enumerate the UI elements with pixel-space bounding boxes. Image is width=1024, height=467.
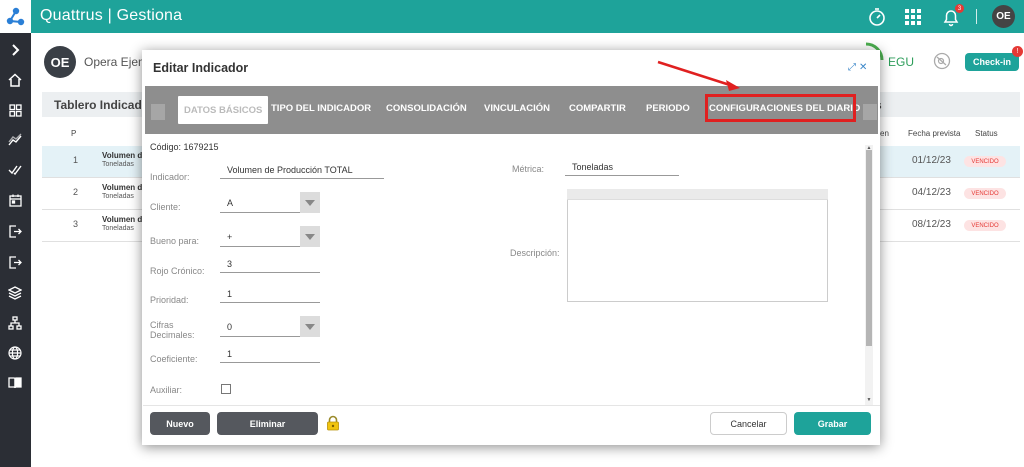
topbar-divider xyxy=(976,9,977,24)
logout-icon[interactable] xyxy=(5,252,25,272)
cliente-label: Cliente: xyxy=(150,202,181,212)
status-badge: VENCIDO xyxy=(964,220,1006,231)
chevron-down-icon[interactable] xyxy=(300,192,320,213)
close-icon[interactable]: ✕ xyxy=(859,62,867,73)
lock-icon xyxy=(327,415,339,431)
prioridad-label: Prioridad: xyxy=(150,295,189,305)
coeficiente-input[interactable]: 1 xyxy=(220,345,320,363)
cifras-label-line2: Decimales: xyxy=(150,330,195,340)
trend-chart-icon[interactable] xyxy=(5,130,25,150)
row-date: 01/12/23 xyxy=(912,155,951,166)
indicador-input[interactable]: Volumen de Producción TOTAL xyxy=(220,161,384,179)
timer-icon[interactable] xyxy=(866,6,888,28)
metrica-input[interactable]: Toneladas xyxy=(565,158,679,176)
coeficiente-label: Coeficiente: xyxy=(150,354,198,364)
row-name: Volumen de xyxy=(102,183,147,192)
chevron-down-icon[interactable] xyxy=(300,316,320,337)
row-number: 3 xyxy=(73,219,79,229)
metrica-label: Métrica: xyxy=(512,164,545,174)
modal-controls: ⤢ ✕ xyxy=(848,62,867,73)
dashboard-icon[interactable] xyxy=(5,100,25,120)
row-number: 1 xyxy=(73,155,79,165)
auxiliar-checkbox[interactable] xyxy=(221,384,231,394)
modal-footer-divider xyxy=(143,405,880,406)
tab-bar: DATOS BÁSICOS TIPO DEL INDICADOR CONSOLI… xyxy=(145,86,878,134)
row-unit: Toneladas xyxy=(102,161,134,168)
row-unit: Toneladas xyxy=(102,193,134,200)
status-badge: VENCIDO xyxy=(964,156,1006,167)
cifras-select[interactable]: 0 xyxy=(220,316,320,337)
auxiliar-label: Auxiliar: xyxy=(150,385,183,395)
maximize-icon[interactable]: ⤢ xyxy=(848,62,856,73)
tab-scroll-left-icon[interactable] xyxy=(151,104,165,120)
rojo-label: Rojo Crónico: xyxy=(150,266,205,276)
column-header-gen: en xyxy=(880,129,889,138)
exit-icon[interactable] xyxy=(5,221,25,241)
tab-tipo-indicador[interactable]: TIPO DEL INDICADOR xyxy=(271,103,371,114)
eliminar-button[interactable]: Eliminar xyxy=(217,412,318,435)
apps-grid-icon[interactable] xyxy=(902,6,924,28)
cliente-select[interactable]: A xyxy=(220,192,320,213)
egu-label: EGU xyxy=(888,55,915,69)
notification-badge: 3 xyxy=(955,4,964,13)
double-check-icon[interactable] xyxy=(5,160,25,180)
tab-scroll-right-icon[interactable] xyxy=(863,104,877,120)
cifras-label-line1: Cifras xyxy=(150,320,174,330)
checkin-button[interactable]: Check-in xyxy=(965,53,1019,71)
cancelar-button[interactable]: Cancelar xyxy=(710,412,787,435)
tab-consolidacion[interactable]: CONSOLIDACIÓN xyxy=(386,103,467,114)
bueno-value: + xyxy=(227,232,233,242)
app-logo-icon[interactable] xyxy=(0,0,31,33)
row-date: 04/12/23 xyxy=(912,187,951,198)
indicador-label: Indicador: xyxy=(150,172,190,182)
tab-compartir[interactable]: COMPARTIR xyxy=(569,103,626,114)
row-name: Volumen de xyxy=(102,215,147,224)
row-number: 2 xyxy=(73,187,79,197)
scroll-down-icon[interactable]: ▼ xyxy=(866,397,872,403)
row-date: 08/12/23 xyxy=(912,219,951,230)
column-header-status: Status xyxy=(975,129,998,138)
descripcion-label: Descripción: xyxy=(510,248,560,258)
row-unit: Toneladas xyxy=(102,225,134,232)
column-header-p: P xyxy=(71,129,77,138)
rojo-input[interactable]: 3 xyxy=(220,255,320,273)
layers-icon[interactable] xyxy=(5,283,25,303)
scroll-up-icon[interactable]: ▲ xyxy=(866,145,872,151)
home-icon[interactable] xyxy=(5,70,25,90)
indicator-code: Código: 1679215 xyxy=(150,142,219,152)
sidebar xyxy=(0,33,31,467)
notifications-bell-icon[interactable]: 3 xyxy=(940,4,964,28)
column-header-fecha: Fecha prevista xyxy=(908,129,961,138)
tab-periodo[interactable]: PERIODO xyxy=(646,103,690,114)
status-badge: VENCIDO xyxy=(964,188,1006,199)
checkin-badge: ! xyxy=(1012,46,1023,57)
book-icon[interactable] xyxy=(5,372,25,392)
nuevo-button[interactable]: Nuevo xyxy=(150,412,210,435)
globe-icon[interactable] xyxy=(5,343,25,363)
tab-datos-basicos[interactable]: DATOS BÁSICOS xyxy=(178,96,269,124)
modal-title: Editar Indicador xyxy=(153,61,249,75)
descripcion-toolbar xyxy=(567,189,828,200)
user-avatar[interactable]: OE xyxy=(992,5,1015,28)
top-bar: Quattrus | Gestiona 3 OE xyxy=(0,0,1024,33)
app-brand: Quattrus | Gestiona xyxy=(40,7,183,24)
owner-avatar: OE xyxy=(44,46,76,78)
org-chart-icon[interactable] xyxy=(5,313,25,333)
cliente-value: A xyxy=(227,198,234,208)
row-name: Volumen de xyxy=(102,151,147,160)
hidden-eye-icon[interactable] xyxy=(933,52,951,70)
prioridad-input[interactable]: 1 xyxy=(220,285,320,303)
calendar-icon[interactable] xyxy=(5,190,25,210)
expand-chevron-icon[interactable] xyxy=(5,40,25,60)
scrollbar-thumb[interactable] xyxy=(866,150,872,346)
highlight-box xyxy=(705,94,856,122)
bueno-select[interactable]: + xyxy=(220,226,320,247)
descripcion-editor[interactable] xyxy=(567,189,828,302)
grabar-button[interactable]: Grabar xyxy=(794,412,871,435)
bueno-label: Bueno para: xyxy=(150,236,200,246)
chevron-down-icon[interactable] xyxy=(300,226,320,247)
cifras-value: 0 xyxy=(227,322,233,332)
tab-vinculacion[interactable]: VINCULACIÓN xyxy=(484,103,550,114)
